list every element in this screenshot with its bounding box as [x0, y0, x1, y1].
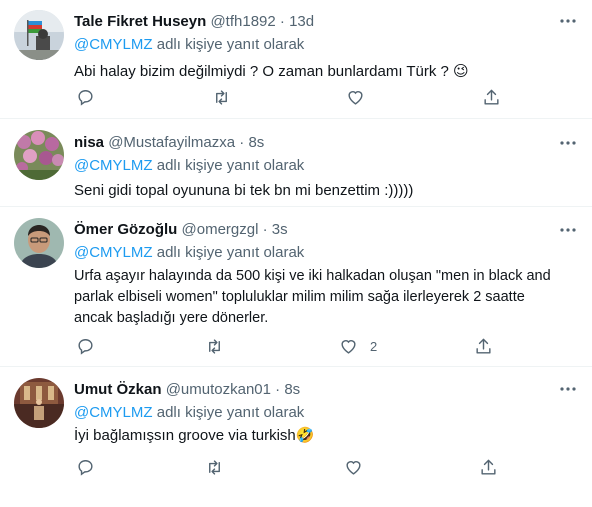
avatar[interactable]: [14, 218, 64, 268]
retweet-icon: [216, 89, 227, 105]
tweet-text-line: Urfa aşayır halayında da 500 kişi ve iki…: [74, 268, 551, 284]
retweet-icon: [209, 459, 220, 475]
reply-context: @CMYLMZ adlı kişiye yanıt olarak: [74, 243, 578, 263]
retweet-button[interactable]: [205, 457, 224, 477]
share-button[interactable]: [479, 457, 498, 477]
more-options-icon[interactable]: [558, 134, 578, 152]
reply-context: @CMYLMZ adlı kişiye yanıt olarak: [74, 403, 578, 423]
reply-context-label: adlı kişiye yanıt olarak: [156, 36, 305, 53]
display-name[interactable]: Ömer Gözoğlu: [74, 221, 177, 238]
more-options-icon[interactable]: [558, 12, 578, 30]
tweet-text: Abi halay bizim değilmiydi ? O zaman bun…: [74, 61, 578, 82]
heart-icon: [346, 460, 361, 475]
tweet-text-line: İyi bağlamışsın groove via turkish🤣: [74, 427, 315, 444]
reply-button[interactable]: [76, 457, 95, 477]
tweet-text-line: Abi halay bizim değilmiydi ? O zaman bun…: [74, 63, 469, 80]
tweet[interactable]: Tale Fikret Huseyn @tfh1892 · 13d @CMYLM…: [0, 0, 592, 119]
tweet-text: İyi bağlamışsın groove via turkish🤣: [74, 425, 578, 446]
like-button[interactable]: 2: [339, 336, 377, 356]
retweet-button[interactable]: [205, 336, 224, 356]
more-options-icon[interactable]: [558, 380, 578, 398]
user-handle[interactable]: @tfh1892: [210, 13, 275, 30]
user-handle[interactable]: @omergzgl: [182, 221, 259, 238]
tweet-text: Urfa aşayır halayında da 500 kişi ve iki…: [74, 266, 578, 329]
separator-dot: ·: [275, 381, 281, 398]
mention-link[interactable]: @CMYLMZ: [74, 157, 153, 174]
heart-icon: [348, 90, 363, 105]
reply-context-label: adlı kişiye yanıt olarak: [156, 157, 305, 174]
mention-link[interactable]: @CMYLMZ: [74, 244, 153, 261]
timestamp[interactable]: 3s: [272, 221, 288, 238]
reply-icon: [78, 459, 93, 476]
retweet-button[interactable]: [212, 87, 231, 107]
display-name[interactable]: nisa: [74, 134, 104, 151]
reply-context-label: adlı kişiye yanıt olarak: [156, 244, 305, 261]
share-button[interactable]: [474, 336, 493, 356]
tweet-text-line: parlak elbiseli women" topluluklar milim…: [74, 289, 525, 305]
timestamp[interactable]: 8s: [248, 134, 264, 151]
avatar[interactable]: [14, 130, 64, 180]
mention-link[interactable]: @CMYLMZ: [74, 36, 153, 53]
like-count: 2: [370, 338, 378, 354]
retweet-icon: [209, 338, 220, 354]
share-icon: [476, 338, 491, 354]
heart-icon: [341, 339, 356, 354]
tweet[interactable]: Umut Özkan @umutozkan01 · 8s @CMYLMZ adl…: [0, 366, 592, 507]
timestamp[interactable]: 13d: [289, 13, 314, 30]
reply-button[interactable]: [76, 87, 95, 107]
separator-dot: ·: [262, 221, 268, 238]
reply-context: @CMYLMZ adlı kişiye yanıt olarak: [74, 156, 578, 176]
tweet-text: Seni gidi topal oyununa bi tek bn mi ben…: [74, 180, 578, 201]
reply-icon: [78, 89, 93, 106]
reply-context: @CMYLMZ adlı kişiye yanıt olarak: [74, 35, 578, 55]
timestamp[interactable]: 8s: [284, 381, 300, 398]
avatar[interactable]: [14, 10, 64, 60]
separator-dot: ·: [279, 13, 285, 30]
tweet-text-line: ancak başladığı yere dönerler.: [74, 310, 269, 326]
mention-link[interactable]: @CMYLMZ: [74, 404, 153, 421]
display-name[interactable]: Umut Özkan: [74, 381, 162, 398]
tweet-text-line: Seni gidi topal oyununa bi tek bn mi ben…: [74, 182, 414, 199]
share-icon: [484, 89, 499, 105]
like-button[interactable]: [344, 457, 375, 477]
avatar[interactable]: [14, 378, 64, 428]
user-handle[interactable]: @Mustafayilmazxa: [108, 134, 235, 151]
more-options-icon[interactable]: [558, 221, 578, 239]
reply-context-label: adlı kişiye yanıt olarak: [156, 404, 305, 421]
display-name[interactable]: Tale Fikret Huseyn: [74, 13, 206, 30]
reply-icon: [78, 338, 93, 355]
separator-dot: ·: [239, 134, 245, 151]
reply-button[interactable]: [76, 336, 95, 356]
user-handle[interactable]: @umutozkan01: [166, 381, 271, 398]
share-button[interactable]: [482, 87, 501, 107]
like-button[interactable]: [346, 87, 377, 107]
tweet[interactable]: Ömer Gözoğlu @omergzgl · 3s @CMYLMZ adlı…: [0, 206, 592, 367]
share-icon: [481, 459, 496, 475]
tweet[interactable]: nisa @Mustafayilmazxa · 8s @CMYLMZ adlı …: [0, 118, 592, 207]
